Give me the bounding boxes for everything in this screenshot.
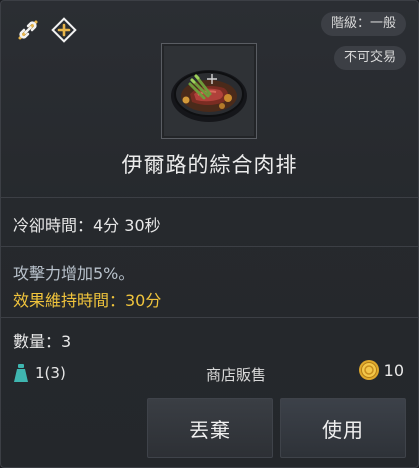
quantity-text: 數量：3 bbox=[13, 332, 72, 351]
gold-coin-icon bbox=[358, 360, 379, 380]
weight-icon bbox=[14, 364, 28, 382]
weight-info: 1(3) bbox=[13, 363, 66, 383]
duration-text: 效果維持時間：30分 bbox=[13, 291, 162, 310]
divider bbox=[1, 197, 418, 198]
discard-button[interactable]: 丟棄 bbox=[147, 398, 273, 458]
sell-price: 10 bbox=[358, 359, 404, 381]
use-button[interactable]: 使用 bbox=[280, 398, 406, 458]
divider bbox=[1, 317, 418, 318]
item-name: 伊爾路的綜合肉排 bbox=[121, 153, 298, 177]
item-tooltip-panel: 階級：一般 不可交易 伊爾路的綜合肉排 冷卻時間：4分 30秒 攻擊力增加5%。… bbox=[0, 0, 419, 468]
trade-status-badge: 不可交易 bbox=[333, 46, 406, 70]
header-icons bbox=[15, 17, 77, 43]
steak-dish-icon bbox=[171, 70, 247, 122]
link-icon[interactable] bbox=[15, 17, 41, 43]
divider bbox=[1, 246, 418, 247]
weight-value: 1(3) bbox=[35, 364, 66, 382]
shop-sell-label: 商店販售 bbox=[206, 366, 267, 384]
effect-text: 攻擊力增加5%。 bbox=[13, 264, 135, 283]
compare-icon[interactable] bbox=[51, 17, 77, 43]
price-value: 10 bbox=[383, 360, 404, 380]
grade-badge: 階級：一般 bbox=[320, 12, 406, 36]
item-icon-frame bbox=[161, 43, 257, 139]
cooldown-text: 冷卻時間：4分 30秒 bbox=[13, 216, 161, 235]
